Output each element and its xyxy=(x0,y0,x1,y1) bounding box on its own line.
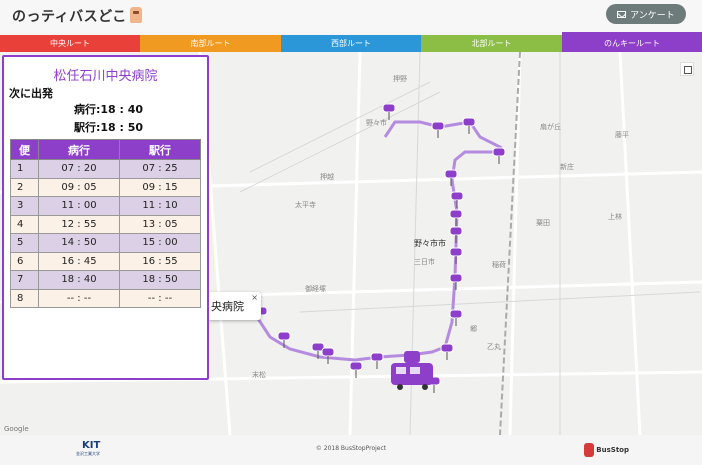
station-time: 18 : 50 xyxy=(119,270,201,290)
hospital-time: 07 : 20 xyxy=(38,159,120,179)
route-tabs: 中央ルート 南部ルート 西部ルート 北部ルート のんキールート xyxy=(0,32,702,54)
mail-icon xyxy=(617,10,627,18)
timetable-body: 1 07 : 20 07 : 25 2 09 : 05 09 : 15 3 11 : 00 11… xyxy=(10,159,201,308)
app-title: のっティバスどこ xyxy=(12,6,142,26)
run-number: 3 xyxy=(10,196,39,216)
hospital-time: 12 : 55 xyxy=(38,214,120,234)
map-label: 押越 xyxy=(320,173,334,181)
station-time: -- : -- xyxy=(119,288,201,308)
map-label: 郷 xyxy=(470,325,477,333)
tab-central-route[interactable]: 中央ルート xyxy=(0,35,140,52)
mascot-icon xyxy=(129,7,142,23)
map-label: 藤平 xyxy=(615,131,629,139)
hospital-time: 14 : 50 xyxy=(38,233,120,253)
google-brand: Google xyxy=(4,425,29,433)
run-number: 5 xyxy=(10,233,39,253)
hospital-time: -- : -- xyxy=(38,288,120,308)
footer: KIT 金沢工業大学 © 2018 BusStopProject BusStop xyxy=(0,435,702,465)
popup-close-icon[interactable]: × xyxy=(251,293,258,302)
table-row: 2 09 : 05 09 : 15 xyxy=(10,177,201,197)
table-row: 7 18 : 40 18 : 50 xyxy=(10,270,201,290)
tab-nonki-route[interactable]: のんキールート xyxy=(562,32,702,54)
hospital-time: 09 : 05 xyxy=(38,177,120,197)
header-hospital: 病行 xyxy=(38,139,120,160)
map-label: 太平寺 xyxy=(295,201,316,209)
table-row: 6 16 : 45 16 : 55 xyxy=(10,251,201,271)
run-number: 1 xyxy=(10,159,39,179)
table-row: 5 14 : 50 15 : 00 xyxy=(10,233,201,253)
busstop-text: BusStop xyxy=(596,446,629,454)
tab-label: 中央ルート xyxy=(50,39,90,48)
station-time: 07 : 25 xyxy=(119,159,201,179)
station-time: 16 : 55 xyxy=(119,251,201,271)
map-label: 上林 xyxy=(608,213,622,221)
header-run: 便 xyxy=(10,139,39,160)
busstop-icon xyxy=(584,443,595,457)
survey-label: アンケート xyxy=(630,10,675,21)
map-label: 末松 xyxy=(252,371,266,379)
map-label: 粟田 xyxy=(536,219,550,227)
map-label: 稲荷 xyxy=(492,261,506,269)
stop-popup[interactable]: 央病院 × xyxy=(209,292,261,320)
header: のっティバスどこ アンケート xyxy=(0,0,702,32)
map-label: 扇が丘 xyxy=(540,123,561,131)
map-label: 乙丸 xyxy=(487,343,501,351)
table-row: 8 -- : -- -- : -- xyxy=(10,288,201,308)
route-line xyxy=(253,120,503,362)
station-time: 15 : 00 xyxy=(119,233,201,253)
tab-label: 南部ルート xyxy=(190,39,231,48)
stop-name: 松任石川中央病院 xyxy=(53,69,158,84)
map-label: 御経塚 xyxy=(305,285,326,293)
station-time: 11 : 10 xyxy=(119,196,201,216)
survey-button[interactable]: アンケート xyxy=(606,4,686,24)
timetable-panel: 松任石川中央病院 次に出発 病行:18 : 40 駅行:18 : 50 便 病行… xyxy=(2,55,209,380)
hospital-next: 病行:18 : 40 xyxy=(74,103,144,116)
map-label: 野々市 xyxy=(366,119,387,127)
run-number: 6 xyxy=(10,251,39,271)
run-number: 4 xyxy=(10,214,39,234)
map-label: 押野 xyxy=(393,75,407,83)
station-next: 駅行:18 : 50 xyxy=(74,121,144,134)
run-number: 2 xyxy=(10,177,39,197)
header-station: 駅行 xyxy=(119,139,201,160)
run-number: 7 xyxy=(10,270,39,290)
tab-west-route[interactable]: 西部ルート xyxy=(281,35,421,52)
app-title-text: のっティバスどこ xyxy=(12,9,127,25)
run-number: 8 xyxy=(10,288,39,308)
table-row: 4 12 : 55 13 : 05 xyxy=(10,214,201,234)
tab-label: 西部ルート xyxy=(331,39,371,48)
tab-label: のんキールート xyxy=(604,38,660,48)
table-row: 3 11 : 00 11 : 10 xyxy=(10,196,201,216)
map-label: 新庄 xyxy=(560,163,574,171)
map-label: 三日市 xyxy=(414,258,435,266)
next-departure-label: 次に出発 xyxy=(9,87,53,100)
fullscreen-button[interactable] xyxy=(680,62,694,76)
tab-label: 北部ルート xyxy=(471,39,512,48)
tab-south-route[interactable]: 南部ルート xyxy=(140,35,281,52)
station-time: 13 : 05 xyxy=(119,214,201,234)
city-label: 野々市市 xyxy=(414,239,446,248)
tab-north-route[interactable]: 北部ルート xyxy=(421,35,562,52)
hospital-time: 11 : 00 xyxy=(38,196,120,216)
busstop-logo: BusStop xyxy=(584,440,629,460)
hospital-time: 16 : 45 xyxy=(38,251,120,271)
table-row: 1 07 : 20 07 : 25 xyxy=(10,159,201,179)
hospital-time: 18 : 40 xyxy=(38,270,120,290)
timetable: 便 病行 駅行 1 07 : 20 07 : 25 2 09 : 05 09 : 15 3 1… xyxy=(10,139,201,308)
popup-text: 央病院 xyxy=(211,300,244,313)
station-time: 09 : 15 xyxy=(119,177,201,197)
